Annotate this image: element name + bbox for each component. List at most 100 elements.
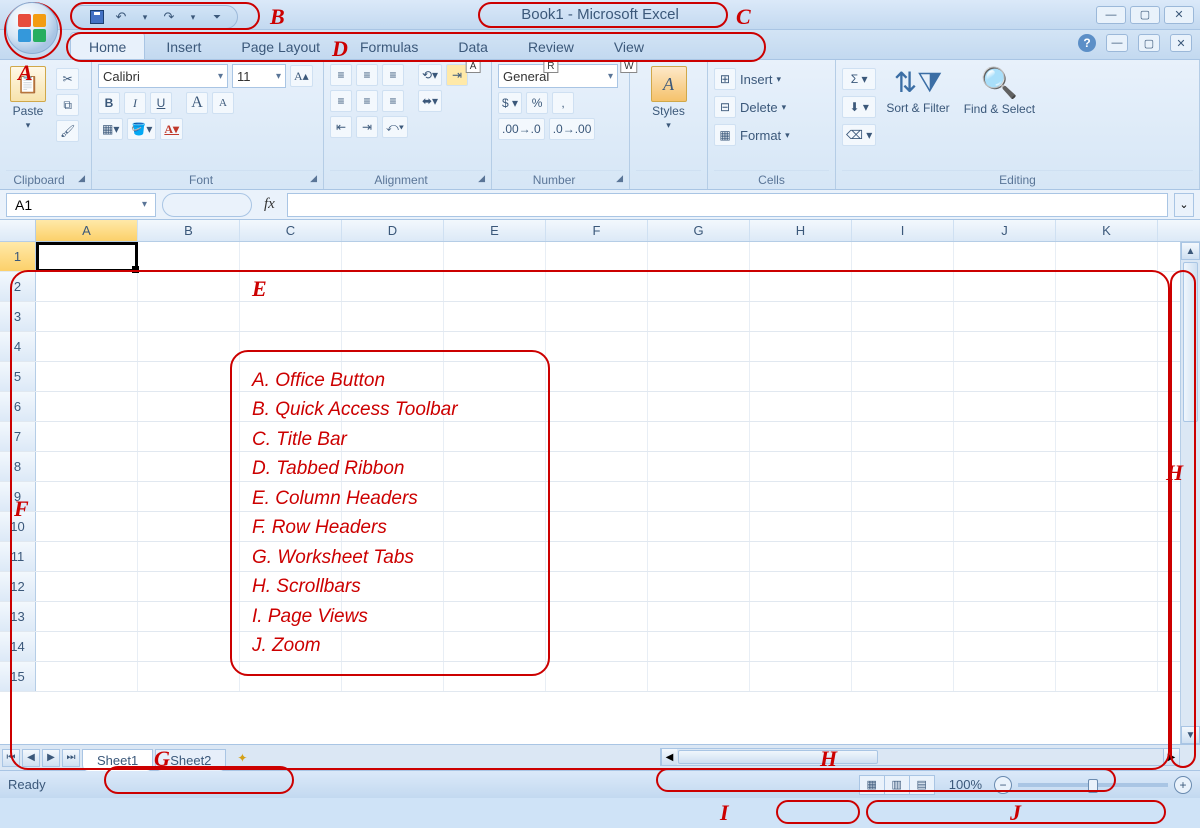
cell[interactable] [444, 302, 546, 331]
ribbon-close-button[interactable]: ✕ [1170, 34, 1192, 52]
autosum-icon[interactable]: Σ ▾ [842, 68, 876, 90]
vertical-scrollbar[interactable]: ▲ ▼ [1180, 242, 1200, 744]
tab-home[interactable]: Home [70, 32, 145, 59]
first-sheet-icon[interactable]: ⏮ [2, 749, 20, 767]
prev-sheet-icon[interactable]: ◀ [22, 749, 40, 767]
tab-review[interactable]: ReviewR [509, 32, 593, 59]
cell[interactable] [546, 302, 648, 331]
font-face-combo[interactable]: Calibri▾ [98, 64, 228, 88]
column-header-E[interactable]: E [444, 220, 546, 241]
cell[interactable] [36, 332, 138, 361]
cell[interactable] [648, 362, 750, 391]
percent-icon[interactable]: % [526, 92, 548, 114]
row-header-4[interactable]: 4 [0, 332, 36, 361]
row-header-9[interactable]: 9 [0, 482, 36, 511]
clear-icon[interactable]: ⌫ ▾ [842, 124, 876, 146]
cell[interactable] [36, 482, 138, 511]
font-size-combo[interactable]: 11▾ [232, 64, 286, 88]
cell[interactable] [852, 362, 954, 391]
view-page-layout-icon[interactable]: ▥ [884, 775, 910, 795]
cell[interactable] [954, 512, 1056, 541]
cell[interactable] [954, 392, 1056, 421]
row-header-13[interactable]: 13 [0, 602, 36, 631]
dialog-launcher-icon[interactable]: ◢ [78, 173, 85, 184]
close-button[interactable]: ✕ [1164, 6, 1194, 24]
next-sheet-icon[interactable]: ▶ [42, 749, 60, 767]
fx-icon[interactable]: fx [258, 196, 281, 213]
cell[interactable] [648, 632, 750, 661]
cell[interactable] [750, 632, 852, 661]
cell[interactable] [648, 332, 750, 361]
cell[interactable] [648, 512, 750, 541]
column-header-H[interactable]: H [750, 220, 852, 241]
cell[interactable] [852, 572, 954, 601]
grow-font-icon[interactable]: A▴ [290, 65, 313, 87]
wrap-text-icon[interactable]: ⇥ [446, 64, 468, 86]
orientation2-icon[interactable]: ⤺▾ [382, 116, 408, 138]
row-header-1[interactable]: 1 [0, 242, 36, 271]
cell[interactable] [1056, 542, 1158, 571]
cell[interactable] [954, 542, 1056, 571]
cell[interactable] [648, 572, 750, 601]
row-header-3[interactable]: 3 [0, 302, 36, 331]
undo-more-icon[interactable]: ▾ [137, 9, 153, 25]
paste-button[interactable]: 📋 Paste ▾ [6, 64, 50, 133]
underline-button[interactable]: U [150, 92, 172, 114]
cell[interactable] [648, 602, 750, 631]
cell[interactable] [1056, 302, 1158, 331]
bold-button[interactable]: B [98, 92, 120, 114]
formula-input[interactable] [287, 193, 1168, 217]
cell[interactable] [1056, 482, 1158, 511]
cell[interactable] [138, 242, 240, 271]
column-header-D[interactable]: D [342, 220, 444, 241]
tab-formulas[interactable]: Formulas [341, 32, 437, 59]
row-header-14[interactable]: 14 [0, 632, 36, 661]
cell[interactable] [36, 242, 138, 271]
cell[interactable] [852, 542, 954, 571]
cell[interactable] [138, 542, 240, 571]
font-color-icon[interactable]: A▾ [160, 118, 183, 140]
cell[interactable] [852, 512, 954, 541]
minimize-button[interactable]: ― [1096, 6, 1126, 24]
column-header-C[interactable]: C [240, 220, 342, 241]
cell[interactable] [1056, 452, 1158, 481]
cell[interactable] [138, 482, 240, 511]
cell[interactable] [954, 482, 1056, 511]
cell[interactable] [750, 272, 852, 301]
dialog-launcher-icon[interactable]: ◢ [478, 173, 485, 184]
cell[interactable] [852, 392, 954, 421]
cell[interactable] [546, 242, 648, 271]
column-header-G[interactable]: G [648, 220, 750, 241]
cell[interactable] [750, 242, 852, 271]
cell[interactable] [546, 272, 648, 301]
cell[interactable] [1056, 632, 1158, 661]
ribbon-restore-button[interactable]: ▢ [1138, 34, 1160, 52]
cell[interactable] [36, 362, 138, 391]
cell[interactable] [750, 662, 852, 691]
cell[interactable] [954, 242, 1056, 271]
cell[interactable] [750, 302, 852, 331]
cell[interactable] [648, 392, 750, 421]
cell[interactable] [750, 362, 852, 391]
cell[interactable] [36, 512, 138, 541]
row-header-12[interactable]: 12 [0, 572, 36, 601]
merge-center-icon[interactable]: ⬌▾ [418, 90, 442, 112]
cell[interactable] [546, 362, 648, 391]
align-left-icon[interactable]: ≡ [330, 90, 352, 112]
insert-label[interactable]: Insert [740, 72, 773, 87]
cell[interactable] [36, 302, 138, 331]
cell[interactable] [138, 302, 240, 331]
cell[interactable] [648, 452, 750, 481]
cell[interactable] [546, 422, 648, 451]
cell[interactable] [750, 602, 852, 631]
help-icon[interactable]: ? [1078, 34, 1096, 52]
cell[interactable] [1056, 662, 1158, 691]
row-header-5[interactable]: 5 [0, 362, 36, 391]
cell[interactable] [750, 512, 852, 541]
cell[interactable] [546, 452, 648, 481]
delete-label[interactable]: Delete [740, 100, 778, 115]
align-bottom-icon[interactable]: ≡ [382, 64, 404, 86]
cell[interactable] [546, 542, 648, 571]
expand-formula-bar-icon[interactable]: ⌄ [1174, 193, 1194, 217]
office-button[interactable] [6, 2, 58, 54]
